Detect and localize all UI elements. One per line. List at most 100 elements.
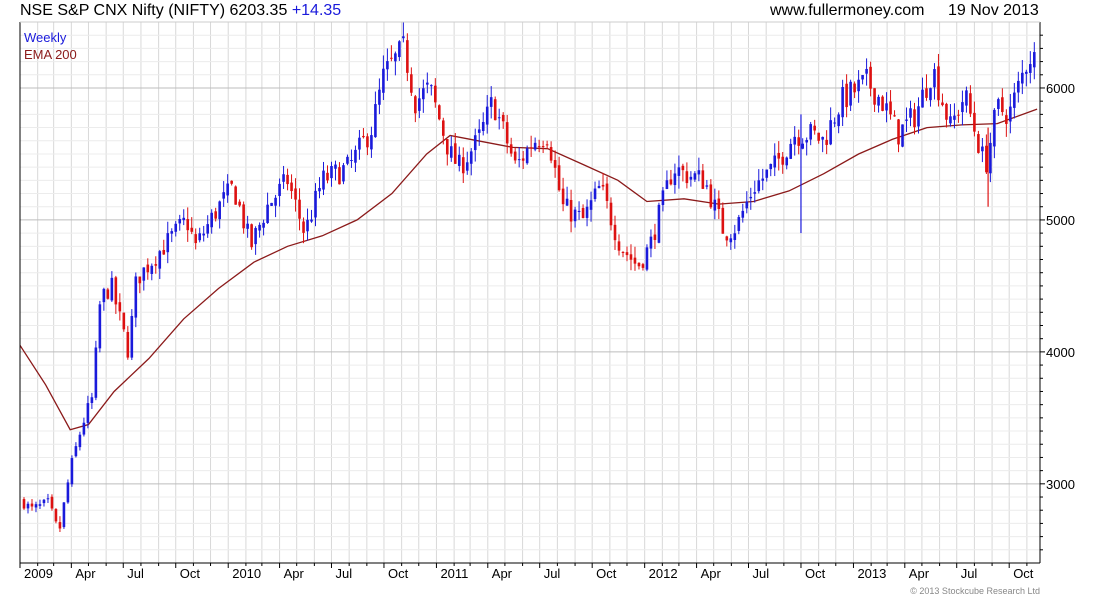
candle-body (657, 204, 661, 243)
x-axis: 2009 Apr Jul Oct 2010 Apr Jul Oct 2011 Apr Jul Oct 2… (19, 563, 1034, 581)
candle-body (390, 57, 393, 59)
weekly-candle (841, 79, 844, 127)
candle-body (106, 289, 110, 299)
weekly-candle (334, 160, 337, 181)
weekly-candle (761, 168, 765, 191)
weekly-candle (977, 130, 980, 154)
candle-body (877, 96, 880, 106)
weekly-candle (302, 217, 305, 244)
weekly-candle (901, 124, 904, 148)
candle-body (94, 347, 98, 398)
weekly-candle (266, 192, 269, 224)
candle-body (170, 231, 174, 234)
candles (22, 22, 1036, 533)
x-tick-label: 2010 (232, 566, 261, 581)
weekly-candle (134, 272, 138, 328)
weekly-candle (913, 102, 916, 135)
weekly-candle (46, 493, 50, 503)
weekly-candle (709, 179, 713, 209)
weekly-candle (973, 101, 976, 137)
candle-body (338, 167, 341, 185)
candle-body (665, 180, 669, 189)
weekly-candle (929, 87, 932, 107)
candle-body (54, 509, 58, 522)
weekly-candle (845, 74, 848, 118)
weekly-candle (114, 275, 118, 314)
weekly-candle (777, 141, 781, 171)
weekly-candle (26, 501, 30, 514)
candle-body (461, 157, 465, 174)
candle-body (330, 166, 333, 179)
candle-body (178, 219, 182, 224)
candle-body (294, 188, 297, 200)
x-tick-label: Oct (180, 566, 201, 581)
candle-body (66, 482, 70, 503)
candle-body (753, 192, 757, 194)
candle-body (126, 331, 130, 358)
candle-body (973, 112, 976, 132)
weekly-candle (769, 163, 773, 177)
candle-body (813, 125, 816, 131)
candle-body (238, 201, 241, 206)
candle-body (853, 83, 856, 93)
weekly-candle (645, 244, 649, 272)
candle-body (885, 103, 888, 111)
candle-body (533, 142, 537, 150)
weekly-candle (957, 109, 960, 123)
candle-body (70, 458, 74, 485)
candle-body (573, 209, 577, 222)
candle-body (617, 241, 621, 251)
weekly-candle (809, 121, 812, 146)
candle-body (961, 102, 964, 113)
weekly-candle (66, 479, 70, 504)
weekly-candle (78, 431, 82, 451)
candle-body (110, 277, 114, 301)
weekly-candle (358, 129, 361, 160)
candle-body (114, 277, 118, 305)
weekly-candle (625, 246, 629, 262)
weekly-candle (493, 96, 497, 121)
y-tick-label: 6000 (1046, 81, 1075, 96)
weekly-candle (310, 209, 313, 223)
weekly-candle (150, 263, 154, 281)
weekly-candle (350, 149, 353, 168)
legend-weekly: Weekly (24, 30, 67, 45)
candle-body (649, 236, 653, 249)
candle-body (781, 156, 785, 165)
x-tick-label: 2013 (857, 566, 886, 581)
weekly-candle (290, 174, 293, 199)
candle-body (270, 202, 273, 206)
candle-body (58, 522, 62, 529)
candle-body (713, 199, 717, 211)
weekly-candle (717, 190, 721, 220)
weekly-candle (541, 140, 545, 154)
weekly-candle (617, 234, 621, 256)
weekly-candle (342, 162, 345, 185)
weekly-candle (861, 74, 864, 85)
candle-body (382, 68, 385, 93)
weekly-candle (426, 72, 429, 94)
weekly-candle (989, 132, 992, 183)
weekly-candle (737, 214, 741, 235)
weekly-candle (553, 150, 557, 178)
candle-body (469, 151, 473, 164)
weekly-candle (945, 102, 948, 128)
x-tick-label: Jul (127, 566, 144, 581)
candle-body (829, 120, 832, 145)
candle-body (909, 108, 912, 118)
weekly-candle (573, 206, 577, 228)
y-tick-label: 3000 (1046, 477, 1075, 492)
weekly-candle (789, 138, 793, 160)
candle-body (418, 98, 421, 111)
weekly-candle (513, 147, 517, 164)
weekly-candle (306, 208, 309, 241)
candle-body (621, 251, 625, 253)
candle-body (637, 262, 641, 267)
candle-body (569, 199, 573, 222)
weekly-candle (38, 499, 42, 509)
candle-body (166, 233, 170, 253)
x-tick-label: Apr (75, 566, 96, 581)
weekly-candle (889, 90, 892, 120)
weekly-candle (997, 97, 1000, 116)
weekly-candle (669, 169, 673, 186)
